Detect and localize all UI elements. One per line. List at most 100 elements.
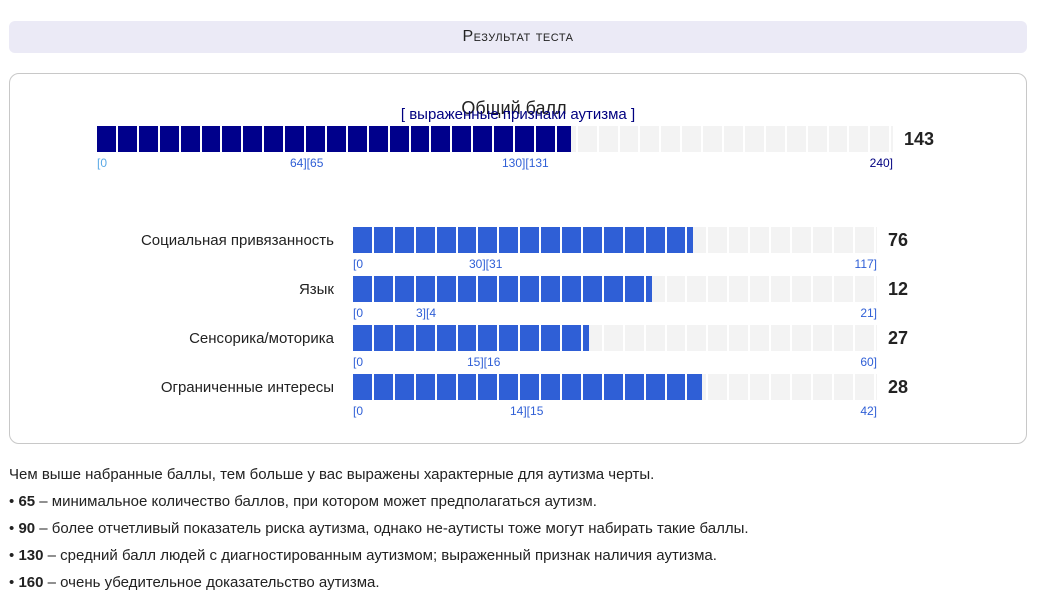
bar-segment-divider	[706, 227, 709, 253]
bar-segment-divider	[345, 126, 348, 152]
bar-segment-divider	[727, 227, 730, 253]
note-item: • 65 – минимальное количество баллов, пр…	[9, 493, 1019, 520]
tick-label: 240]	[869, 156, 893, 170]
bar-segment-divider	[413, 276, 416, 302]
bar-segment-divider	[455, 374, 458, 400]
note-text: – очень убедительное доказательство аути…	[43, 574, 380, 591]
note-bullet: •	[9, 547, 15, 564]
note-number: 130	[18, 547, 44, 564]
note-text: – минимальное количество баллов, при кот…	[35, 493, 597, 510]
subscale-bar	[353, 374, 877, 400]
bar-segment-divider	[580, 276, 583, 302]
note-bullet: •	[9, 520, 15, 537]
bar-segment-divider	[434, 227, 437, 253]
tick-label: 117]	[854, 257, 877, 271]
bar-segment-divider	[748, 227, 751, 253]
bar-segment-divider	[685, 374, 688, 400]
tick-label: 60]	[860, 355, 877, 369]
bar-segment-divider	[455, 276, 458, 302]
bar-segment-divider	[450, 126, 453, 152]
bar-segment-divider	[497, 227, 500, 253]
bar-segment-divider	[392, 227, 395, 253]
note-item: • 90 – более отчетливый показатель риска…	[9, 520, 1019, 547]
bar-segment-divider	[455, 227, 458, 253]
bar-segment-divider	[810, 227, 813, 253]
bar-segment-divider	[873, 227, 876, 253]
bar-segment-divider	[413, 374, 416, 400]
bar-segment-divider	[763, 126, 766, 152]
bar-fill	[353, 276, 652, 302]
score-notes: Чем выше набранные баллы, тем больше у в…	[9, 466, 1019, 601]
bar-segment-divider	[601, 325, 604, 351]
bar-segment-divider	[789, 374, 792, 400]
bar-segment-divider	[685, 276, 688, 302]
bar-segment-divider	[392, 374, 395, 400]
bar-segment-divider	[664, 276, 667, 302]
bar-segment-divider	[810, 374, 813, 400]
bar-segment-divider	[769, 374, 771, 400]
bar-segment-divider	[868, 126, 871, 152]
subscale-label: Социальная привязанность	[140, 232, 334, 249]
bar-segment-divider	[873, 374, 876, 400]
bar-segment-divider	[643, 325, 646, 351]
bar-segment-divider	[455, 325, 458, 351]
subscale-value: 76	[888, 230, 909, 250]
bar-segment-divider	[324, 126, 327, 152]
bar-segment-divider	[601, 227, 604, 253]
bar-segment-divider	[580, 227, 583, 253]
bar-segment-divider	[434, 374, 437, 400]
bar-segment-divider	[580, 374, 583, 400]
bar-segment-divider	[638, 126, 641, 152]
bar-segment-divider	[617, 126, 620, 152]
subscale-value: 12	[888, 279, 909, 299]
bar-segment-divider	[685, 227, 688, 253]
tick-label: [0	[353, 355, 364, 369]
bar-segment-divider	[220, 126, 223, 152]
bar-segment-divider	[371, 325, 374, 351]
bar-segment-divider	[554, 126, 557, 152]
bar-segment-divider	[748, 276, 751, 302]
bar-segment-divider	[810, 325, 813, 351]
bar-segment-divider	[664, 227, 667, 253]
tick-label: 42]	[860, 404, 877, 418]
bar-segment-divider	[742, 126, 745, 152]
bar-segment-divider	[873, 325, 876, 351]
bar-segment-divider	[178, 126, 181, 152]
tick-label: [0	[353, 257, 364, 271]
bar-segment-divider	[685, 325, 688, 351]
subscale-label: Сенсорика/моторика	[189, 330, 334, 347]
tick-label: 3][4	[416, 306, 437, 320]
subscale-bar	[353, 276, 877, 302]
subscale-ticks: [0 15][16 60]	[353, 355, 877, 369]
bar-segment-divider	[727, 374, 730, 400]
bar-segment-divider	[847, 126, 850, 152]
bar-segment-divider	[706, 276, 709, 302]
bar-segment-divider	[366, 126, 369, 152]
bar-segment-divider	[387, 126, 390, 152]
bar-segment-divider	[513, 126, 515, 152]
bar-segment-divider	[601, 374, 604, 400]
tick-label: 64][65	[290, 156, 324, 170]
bar-segment-divider	[241, 126, 244, 152]
bar-segment-divider	[852, 325, 855, 351]
bar-segment-divider	[622, 276, 625, 302]
subscale-label: Язык	[298, 281, 334, 298]
bar-fill	[353, 227, 693, 253]
bar-segment-divider	[518, 276, 521, 302]
bar-segment-divider	[643, 374, 646, 400]
bar-segment-divider	[518, 325, 521, 351]
tick-label: [0	[353, 404, 364, 418]
bar-segment-divider	[789, 276, 792, 302]
subscale-ticks: [0 3][4 21]	[353, 306, 877, 320]
note-text: – более отчетливый показатель риска аути…	[35, 520, 749, 537]
bar-segment-divider	[831, 227, 834, 253]
subscale-bar	[353, 325, 877, 351]
subscale-ticks: [0 14][15 42]	[353, 404, 877, 418]
bar-segment-divider	[371, 374, 374, 400]
bar-segment-divider	[497, 276, 500, 302]
total-score-value: 143	[904, 129, 935, 149]
bar-fill	[97, 126, 571, 152]
bar-segment-divider	[471, 126, 474, 152]
result-header: Результат теста	[9, 21, 1027, 53]
bar-segment-divider	[560, 374, 562, 400]
